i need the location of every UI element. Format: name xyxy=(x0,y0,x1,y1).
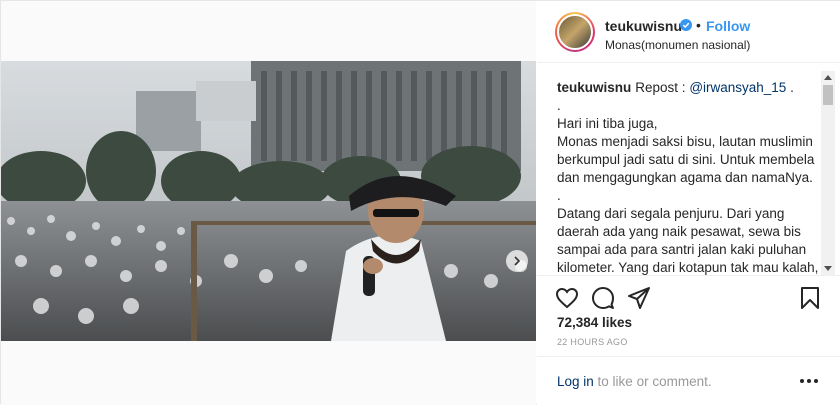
avatar-image xyxy=(557,14,593,50)
caption-scrollbar[interactable] xyxy=(821,71,835,275)
heart-icon[interactable] xyxy=(555,286,579,310)
caption-line: . xyxy=(557,188,561,203)
follow-button[interactable]: Follow xyxy=(706,18,750,34)
caption-mention[interactable]: @irwansyah_15 xyxy=(689,80,786,95)
next-photo-button[interactable] xyxy=(506,250,528,272)
avatar[interactable] xyxy=(555,12,595,52)
caption-line: Monas menjadi saksi bisu, lautan muslimi… xyxy=(557,134,815,185)
crowd-photo-illustration xyxy=(1,61,536,341)
header-separator: • xyxy=(696,17,701,33)
caption-area[interactable]: teukuwisnu Repost : @irwansyah_15 . . Har… xyxy=(537,63,840,275)
likes-count[interactable]: 72,384 likes xyxy=(557,315,632,330)
chevron-right-icon xyxy=(514,256,521,266)
login-prompt: Log in to like or comment. xyxy=(557,374,712,389)
post-photo[interactable] xyxy=(1,61,536,341)
login-link[interactable]: Log in xyxy=(557,374,594,389)
post-frame: teukuwisnu • Follow Monas(monumen nasion… xyxy=(0,0,840,405)
post-timestamp[interactable]: 22 HOURS AGO xyxy=(557,337,628,347)
caption: teukuwisnu Repost : @irwansyah_15 . . Har… xyxy=(557,79,819,275)
post-sidebar: teukuwisnu • Follow Monas(monumen nasion… xyxy=(537,1,840,405)
caption-username[interactable]: teukuwisnu xyxy=(557,80,631,95)
action-bar xyxy=(537,275,840,315)
location-link[interactable]: Monas(monumen nasional) xyxy=(605,38,750,52)
scroll-up-arrow-icon[interactable] xyxy=(824,75,832,80)
caption-repost-text: Repost : xyxy=(635,80,686,95)
caption-mention-suffix: . xyxy=(790,80,794,95)
post-header: teukuwisnu • Follow Monas(monumen nasion… xyxy=(537,1,840,63)
scroll-down-arrow-icon[interactable] xyxy=(824,266,832,271)
comment-bubble-icon[interactable] xyxy=(591,286,615,310)
scroll-thumb[interactable] xyxy=(823,85,833,105)
verified-badge-icon xyxy=(680,19,692,31)
login-bar: Log in to like or comment. xyxy=(537,356,840,404)
caption-first-line: teukuwisnu Repost : @irwansyah_15 . xyxy=(557,79,819,97)
more-dots-icon[interactable] xyxy=(797,371,821,391)
caption-line: Datang dari segala penjuru. Dari yang da… xyxy=(557,206,819,275)
caption-line: Hari ini tiba juga, xyxy=(557,116,658,131)
header-username[interactable]: teukuwisnu xyxy=(605,18,682,34)
bookmark-icon[interactable] xyxy=(798,286,822,310)
caption-line: . xyxy=(557,98,561,113)
login-prompt-rest: to like or comment. xyxy=(593,374,712,389)
share-paper-plane-icon[interactable] xyxy=(627,286,651,310)
post-media-area xyxy=(1,1,536,405)
